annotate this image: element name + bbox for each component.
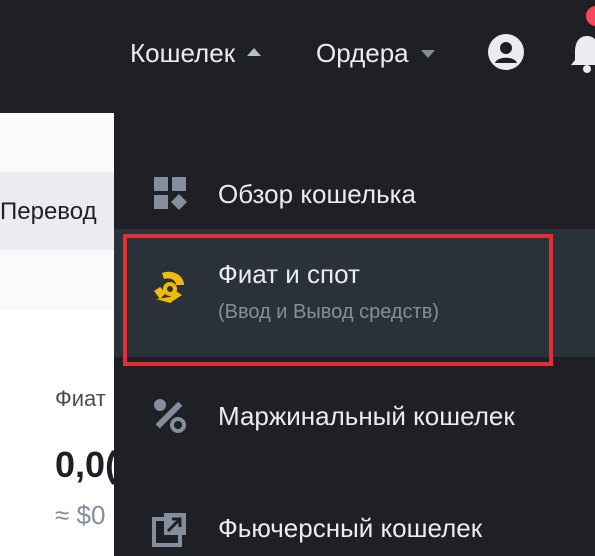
menu-item-label: Маржинальный кошелек xyxy=(218,401,515,431)
futures-icon xyxy=(152,513,186,547)
fiat-spot-icon xyxy=(154,271,184,303)
user-profile-icon[interactable] xyxy=(488,34,524,70)
margin-percent-icon xyxy=(154,399,186,433)
page: Перевод Фиат 0,0( ≈ $0 Кошелек Ордера Об… xyxy=(0,0,595,556)
balance-amount: 0,0( xyxy=(55,444,118,485)
nav-wallet-menu[interactable]: Кошелек xyxy=(130,34,262,72)
caret-down-icon xyxy=(420,50,435,58)
menu-item-sublabel: (Ввод и Вывод средств) xyxy=(218,301,439,323)
balance-usd-approx: ≈ $0 xyxy=(55,500,106,530)
menu-item-margin-wallet[interactable]: Маржинальный кошелек xyxy=(114,363,595,463)
top-navigation-bar: Кошелек Ордера xyxy=(0,0,595,113)
menu-item-wallet-overview[interactable]: Обзор кошелька xyxy=(114,135,595,235)
menu-item-label: Фьючерсный кошелек xyxy=(218,513,483,543)
caret-up-icon xyxy=(247,48,262,56)
fiat-balance-label: Фиат xyxy=(55,386,106,411)
menu-item-label: Фиат и спот xyxy=(218,259,360,289)
notification-bell-icon[interactable] xyxy=(567,30,595,74)
nav-orders-label: Ордера xyxy=(316,37,409,68)
wallet-overview-icon xyxy=(154,177,187,210)
nav-orders-menu[interactable]: Ордера xyxy=(316,34,435,72)
notification-badge xyxy=(586,6,595,26)
nav-wallet-label: Кошелек xyxy=(130,37,236,68)
menu-item-futures-wallet[interactable]: Фьючерсный кошелек xyxy=(114,483,595,556)
wallet-dropdown-menu: Обзор кошелька Фиат и спот (Ввод и Вывод… xyxy=(114,113,595,556)
transfer-tab[interactable]: Перевод xyxy=(0,198,97,226)
menu-item-fiat-and-spot[interactable]: Фиат и спот (Ввод и Вывод средств) xyxy=(114,229,595,357)
menu-item-label: Обзор кошелька xyxy=(218,179,417,209)
